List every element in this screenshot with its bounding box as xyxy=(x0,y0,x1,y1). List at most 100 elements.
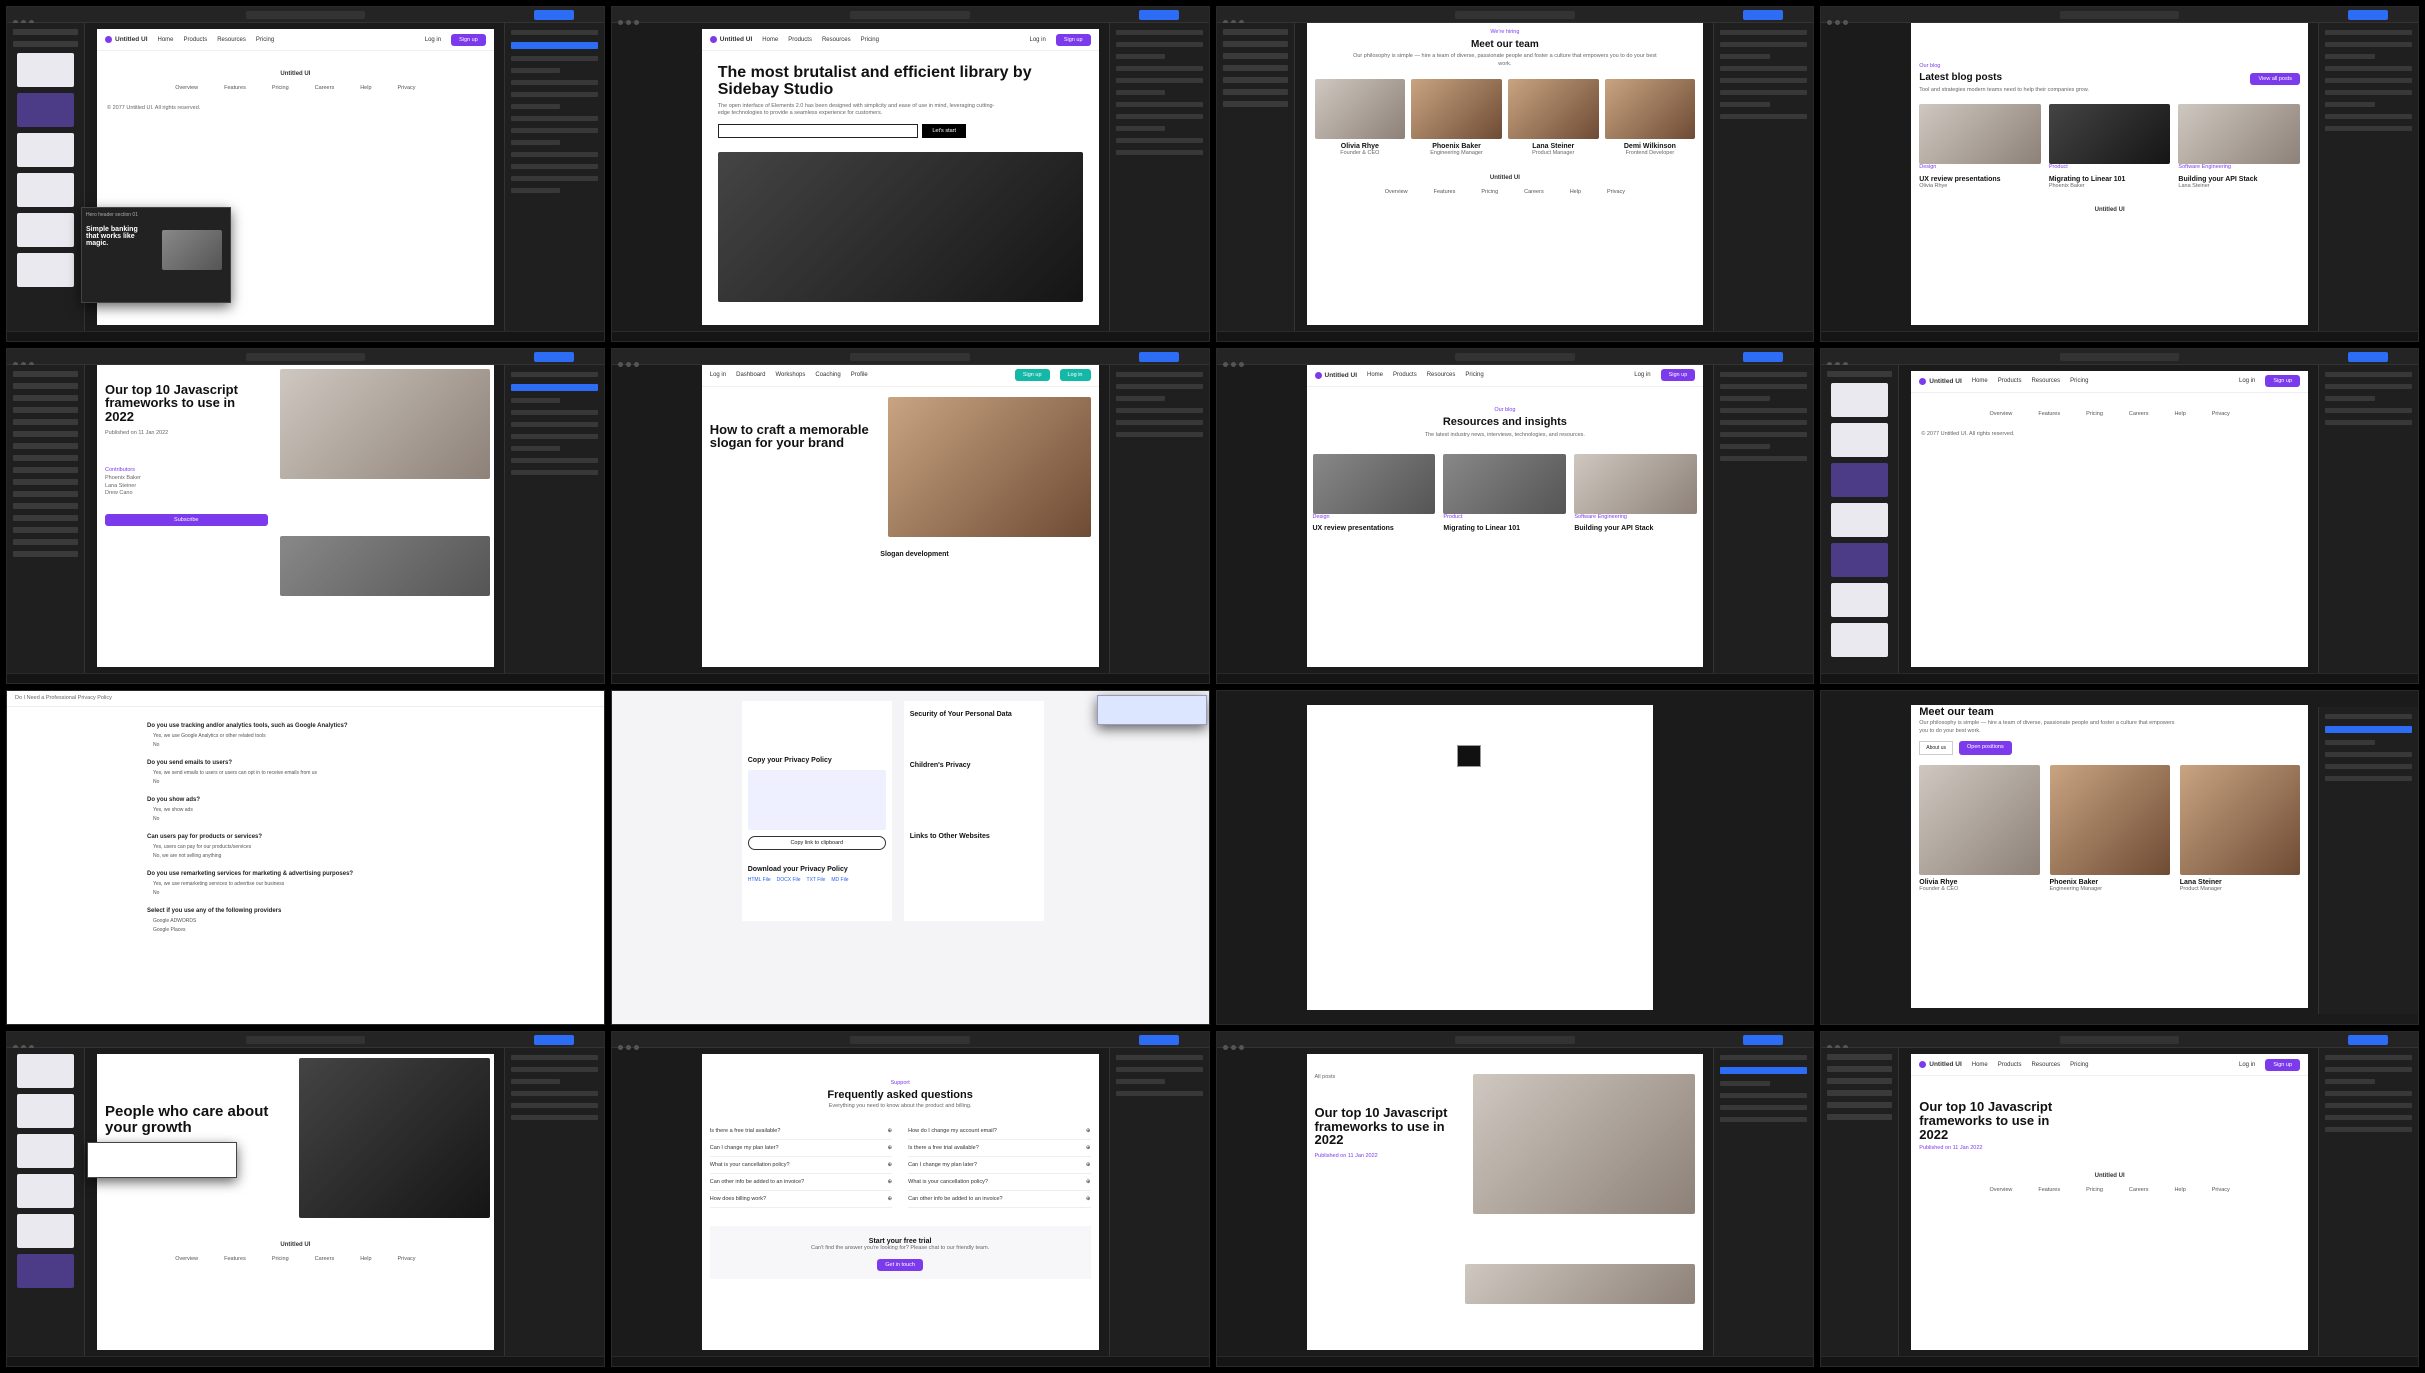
blog-card[interactable]: Product Migrating to Linear 101 xyxy=(1443,453,1567,532)
design-canvas[interactable]: All posts Our top 10 Javascript framewor… xyxy=(1306,1054,1704,1350)
radio-option[interactable]: Yes, we show ads xyxy=(153,807,464,813)
properties-panel[interactable] xyxy=(503,23,604,331)
blog-card[interactable]: Software Engineering Building your API St… xyxy=(1574,453,1698,532)
nav-home[interactable]: Home xyxy=(158,37,174,43)
faq-item[interactable]: What is your cancellation policy? ⊕ xyxy=(908,1174,1091,1192)
radio-option[interactable]: No xyxy=(153,890,464,896)
publish-button[interactable] xyxy=(533,10,574,20)
faq-item[interactable]: Can other info be added to an invoice? ⊕ xyxy=(709,1174,893,1192)
publish-button[interactable] xyxy=(533,1035,574,1046)
radio-option[interactable]: No xyxy=(153,779,464,785)
radio-option[interactable]: Yes, we send emails to users or users ca… xyxy=(153,770,464,776)
component-panel[interactable] xyxy=(7,23,85,331)
design-canvas[interactable]: Our top 10 Javascript frameworks to use … xyxy=(97,364,494,667)
title-bar xyxy=(1821,7,2418,25)
properties-panel[interactable] xyxy=(503,1048,604,1356)
get-in-touch-button[interactable]: Get in touch xyxy=(877,1258,923,1271)
faq-item[interactable]: Can I change my plan later? ⊕ xyxy=(908,1157,1091,1175)
publish-button[interactable] xyxy=(1743,10,1784,20)
publish-button[interactable] xyxy=(1743,351,1784,362)
about-us-button[interactable]: About us xyxy=(1919,741,1953,756)
properties-panel[interactable] xyxy=(1713,23,1814,331)
design-canvas[interactable]: We're hiring Meet our team Our philosoph… xyxy=(1306,23,1704,325)
insert-panel[interactable] xyxy=(1821,1048,1900,1356)
design-canvas[interactable]: Our blog Latest blog posts View all post… xyxy=(1911,23,2308,325)
properties-panel[interactable] xyxy=(2318,23,2418,331)
lets-start-button[interactable]: Let's start xyxy=(922,123,967,138)
status-bar xyxy=(7,330,604,341)
radio-option[interactable]: Yes, we use Google Analytics or other re… xyxy=(153,733,464,739)
properties-panel[interactable] xyxy=(2318,364,2418,673)
properties-panel[interactable] xyxy=(1108,23,1209,331)
publish-button[interactable] xyxy=(2348,10,2388,20)
publish-button[interactable] xyxy=(1138,10,1179,20)
layers-panel[interactable] xyxy=(7,364,85,673)
design-canvas[interactable]: Untitled UI Home Products Resources Pricing… xyxy=(1911,1054,2308,1350)
faq-item[interactable]: Is there a free trial available? ⊕ xyxy=(908,1140,1091,1158)
properties-panel[interactable] xyxy=(503,364,604,673)
blog-card[interactable]: Software Engineering Building your API St… xyxy=(2178,104,2300,190)
radio-option[interactable]: No xyxy=(153,742,464,748)
nav-pricing[interactable]: Pricing xyxy=(256,37,274,43)
properties-panel[interactable] xyxy=(2318,1048,2418,1356)
checkbox-option[interactable]: Google Places xyxy=(153,927,464,933)
selected-element[interactable] xyxy=(1456,744,1481,767)
faq-item[interactable]: How does billing work? ⊕ xyxy=(709,1191,893,1209)
radio-option[interactable]: Yes, we use remarketing services to adve… xyxy=(153,881,464,887)
publish-button[interactable] xyxy=(1138,351,1179,362)
publish-button[interactable] xyxy=(2348,351,2388,362)
policy-text-area[interactable] xyxy=(747,769,886,830)
download-html[interactable]: HTML File xyxy=(748,877,771,883)
properties-panel[interactable] xyxy=(1713,1048,1814,1356)
design-canvas[interactable]: People who care about your growth Untitl… xyxy=(97,1054,494,1350)
view-all-posts-button[interactable]: View all posts xyxy=(2250,72,2300,85)
radio-option[interactable]: Yes, users can pay for our products/serv… xyxy=(153,844,464,850)
publish-button[interactable] xyxy=(1743,1035,1784,1046)
title-bar xyxy=(7,1032,604,1051)
blog-card[interactable]: Design UX review presentations Olivia Rhye xyxy=(1919,104,2041,190)
insert-panel[interactable] xyxy=(7,1048,85,1356)
title-bar xyxy=(611,7,1209,25)
design-canvas[interactable]: Log in Dashboard Workshops Coaching Profile … xyxy=(701,364,1099,667)
design-canvas[interactable]: Untitled UI Home Products Resources Pricing… xyxy=(701,29,1099,325)
nav-products[interactable]: Products xyxy=(184,37,208,43)
nav-resources[interactable]: Resources xyxy=(217,37,246,43)
notification-popup[interactable] xyxy=(1096,694,1207,725)
insert-panel[interactable] xyxy=(1216,23,1295,331)
design-canvas[interactable]: Untitled UI Home Products Resources Pricing… xyxy=(1911,370,2308,667)
back-link[interactable]: All posts xyxy=(1315,1074,1458,1082)
templates-panel[interactable] xyxy=(1821,364,1900,673)
design-canvas[interactable]: Meet our team Our philosophy is simple —… xyxy=(1911,704,2308,1009)
nav-login[interactable]: Log in xyxy=(425,37,441,43)
open-positions-button[interactable]: Open positions xyxy=(1959,741,2012,756)
email-input[interactable] xyxy=(717,123,919,138)
copy-link-button[interactable]: Copy link to clipboard xyxy=(747,835,886,850)
faq-item[interactable]: Can other info be added to an invoice? ⊕ xyxy=(908,1191,1091,1209)
properties-panel[interactable] xyxy=(1108,1048,1209,1356)
publish-button[interactable] xyxy=(1138,1035,1179,1046)
publish-button[interactable] xyxy=(2348,1035,2388,1046)
download-md[interactable]: MD File xyxy=(831,877,848,883)
design-canvas[interactable]: Untitled UI Home Products Resources Pricing… xyxy=(1306,364,1704,667)
properties-panel[interactable] xyxy=(1108,364,1209,673)
radio-option[interactable]: No xyxy=(153,816,464,822)
blog-card[interactable]: Product Migrating to Linear 101 Phoenix Ba… xyxy=(2048,104,2171,190)
properties-panel[interactable] xyxy=(1713,364,1814,673)
faq-item[interactable]: What is your cancellation policy? ⊕ xyxy=(709,1157,893,1175)
download-docx[interactable]: DOCX File xyxy=(777,877,801,883)
post-title: How to craft a memorable slogan for your… xyxy=(709,421,869,451)
faq-item[interactable]: Is there a free trial available? ⊕ xyxy=(709,1123,893,1141)
radio-option[interactable]: No, we are not selling anything xyxy=(153,853,464,859)
design-canvas[interactable]: Support Frequently asked questions Every… xyxy=(701,1054,1099,1350)
design-canvas[interactable] xyxy=(1306,704,1654,1011)
download-txt[interactable]: TXT File xyxy=(807,877,826,883)
faq-item[interactable]: How do I change my account email? ⊕ xyxy=(908,1123,1091,1141)
properties-panel[interactable] xyxy=(2318,706,2418,1015)
subscribe-button[interactable]: Subscribe xyxy=(105,514,268,527)
publish-button[interactable] xyxy=(533,351,574,362)
faq-item[interactable]: Can I change my plan later? ⊕ xyxy=(709,1140,893,1158)
signup-button[interactable]: Sign up xyxy=(451,33,486,46)
title-bar xyxy=(1216,348,1814,367)
blog-card[interactable]: Design UX review presentations xyxy=(1312,453,1436,532)
checkbox-option[interactable]: Google ADWORDS xyxy=(153,918,464,924)
